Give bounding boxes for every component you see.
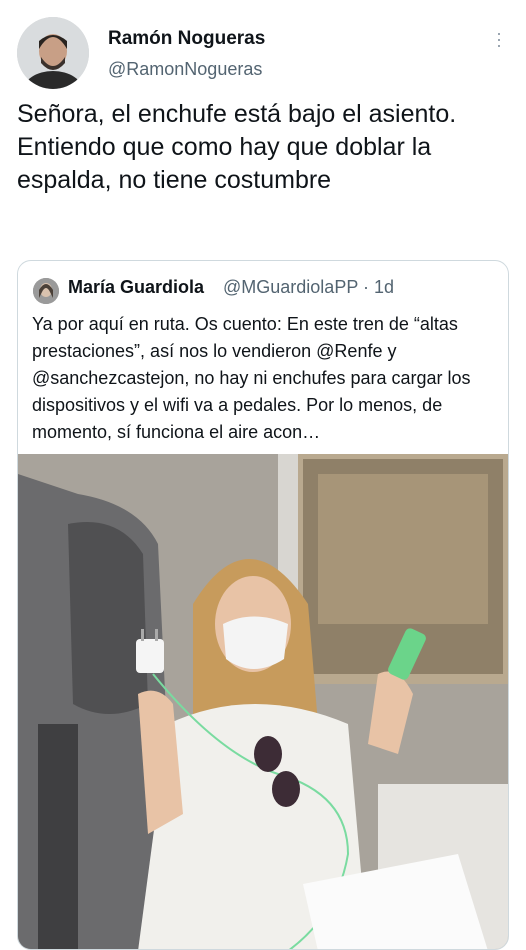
quoted-text: Ya por aquí en ruta. Os cuento: En este … [32,314,471,442]
author-handle[interactable]: @RamonNogueras [108,59,262,80]
more-vertical-icon[interactable]: · · · [494,24,504,54]
tweet-text: Señora, el enchufe está bajo el asiento.… [17,100,457,194]
quoted-tweet[interactable]: María Guardiola @MGuardiolaPP · 1d Ya po… [17,260,509,950]
quoted-photo[interactable] [18,454,508,949]
avatar[interactable] [17,17,89,89]
quoted-handle-time: @MGuardiolaPP · 1d [223,277,395,297]
quoted-author-name: María Guardiola [68,277,205,297]
quoted-avatar [33,278,59,304]
author-name[interactable]: Ramón Nogueras [108,28,265,50]
